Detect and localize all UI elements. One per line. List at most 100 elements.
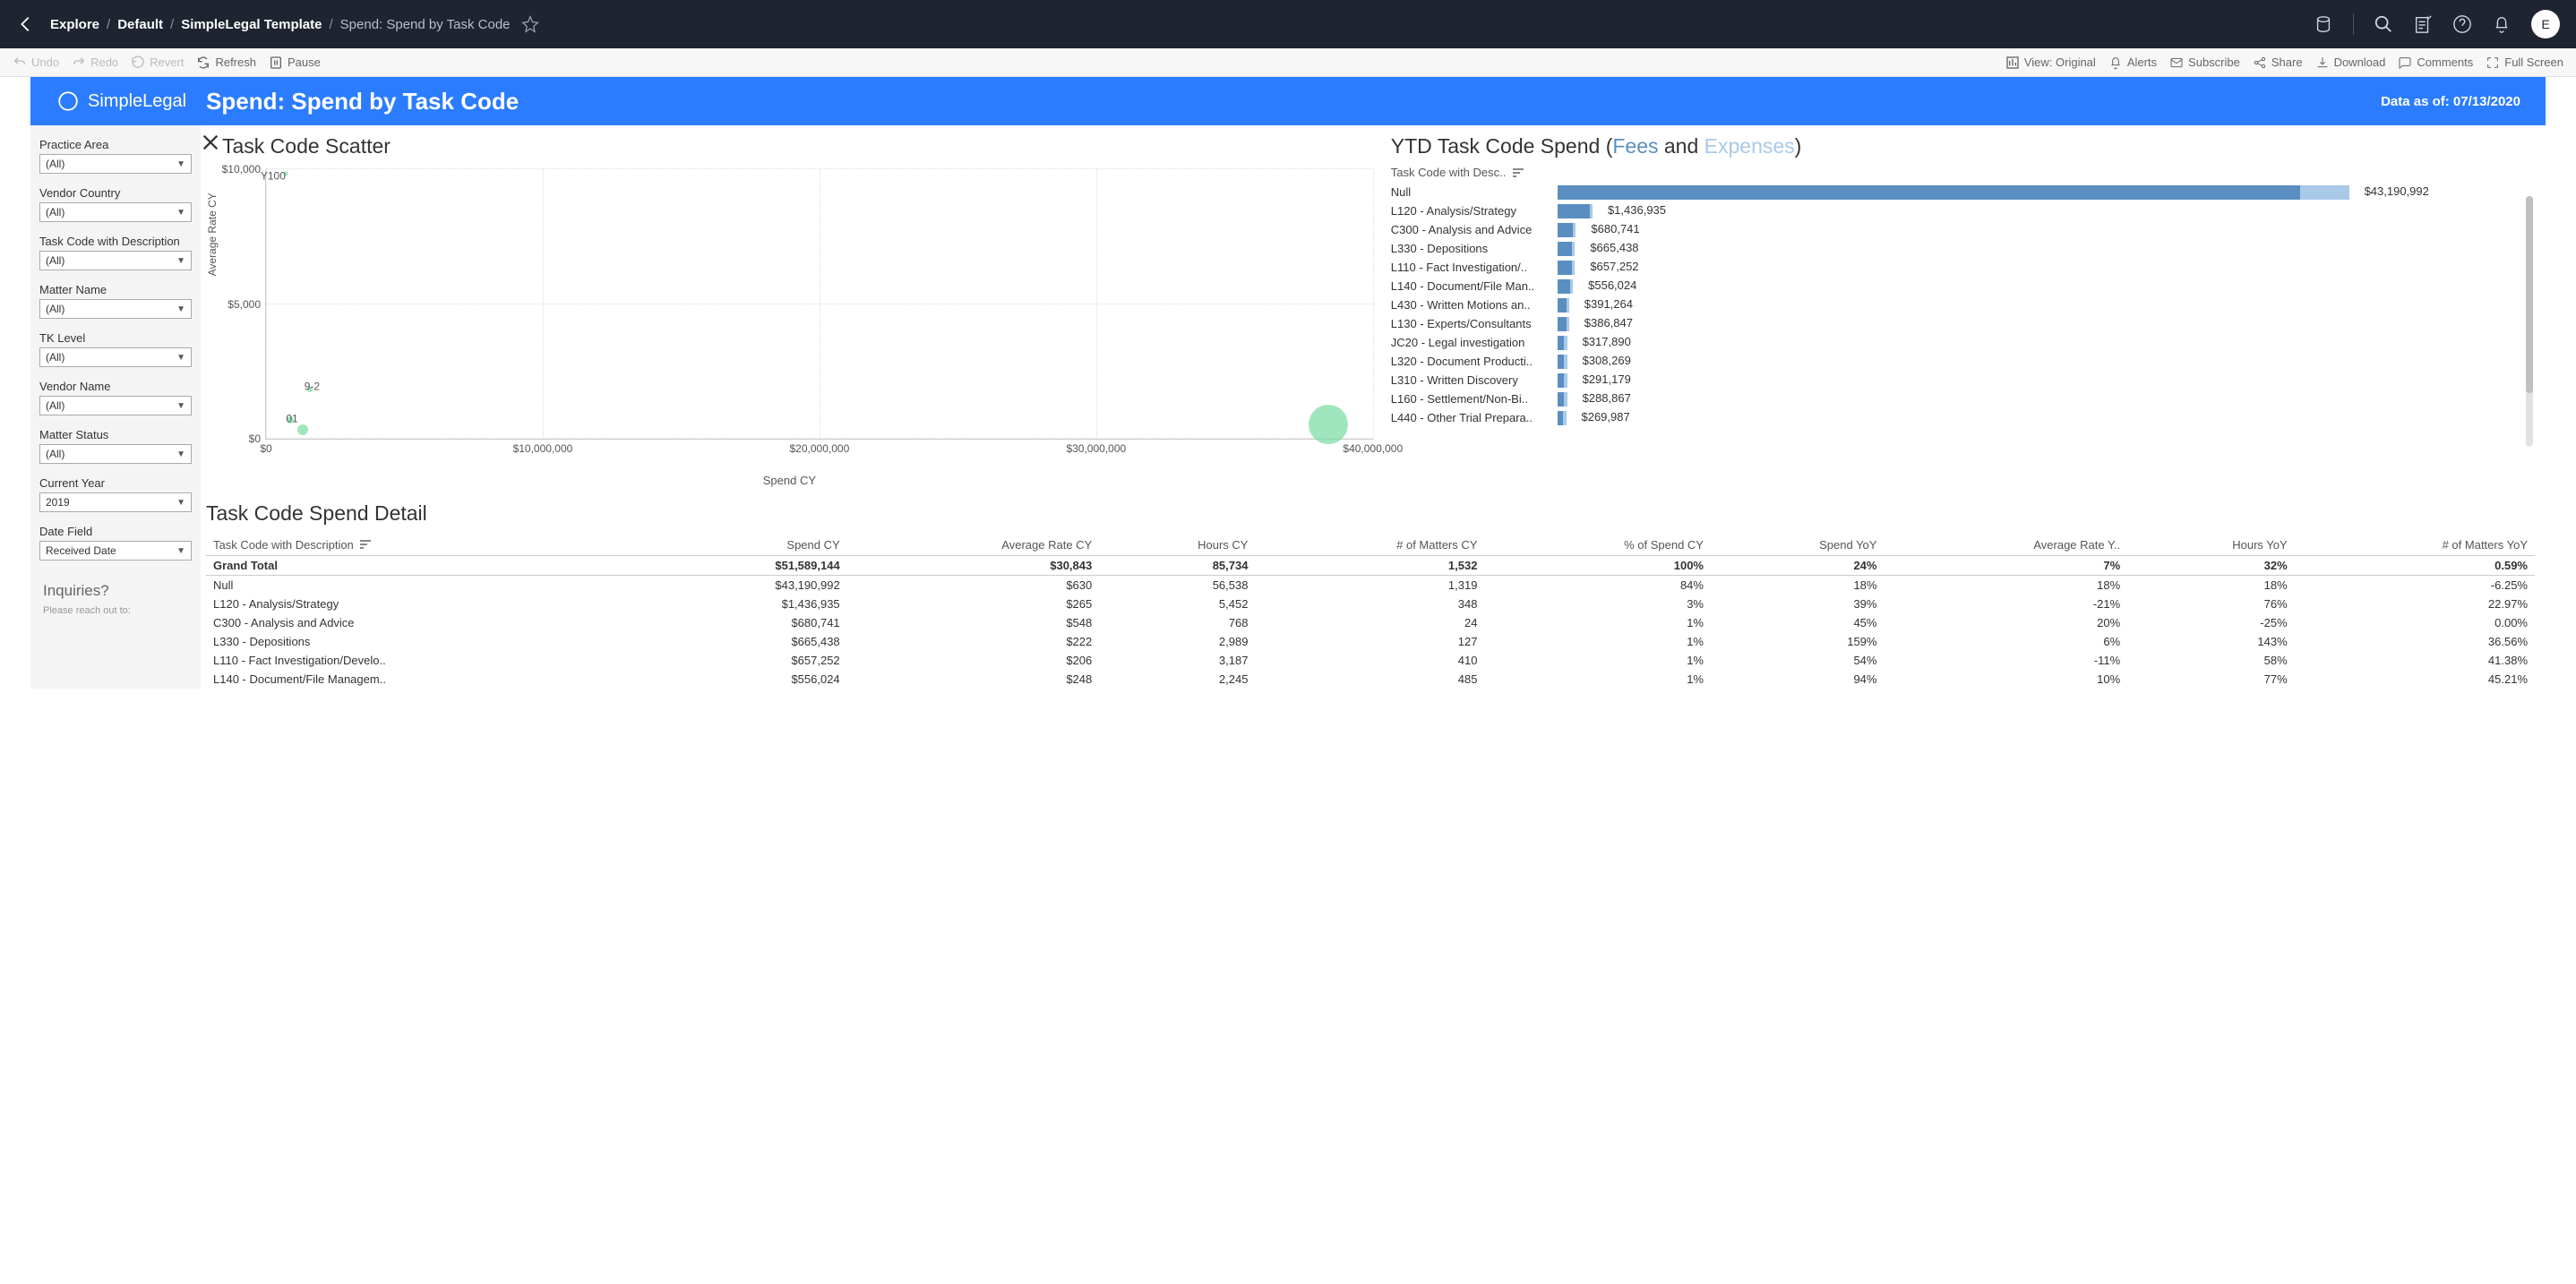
column-header[interactable]: # of Matters CY bbox=[1255, 535, 1484, 556]
download-button[interactable]: Download bbox=[2315, 56, 2386, 70]
column-header[interactable]: Hours YoY bbox=[2127, 535, 2294, 556]
bar-row[interactable]: L120 - Analysis/Strategy $1,436,935 bbox=[1391, 201, 2535, 220]
column-header[interactable]: # of Matters YoY bbox=[2295, 535, 2535, 556]
bar-row[interactable]: L140 - Document/File Man.. $556,024 bbox=[1391, 277, 2535, 295]
ytd-header[interactable]: Task Code with Desc.. bbox=[1391, 166, 2535, 179]
filter-select-1[interactable]: (All) ▼ bbox=[39, 202, 192, 222]
filter-select-2[interactable]: (All) ▼ bbox=[39, 251, 192, 270]
bar-label: L430 - Written Motions an.. bbox=[1391, 298, 1558, 312]
table-row[interactable]: L330 - Depositions$665,438$2222,9891271%… bbox=[206, 632, 2535, 651]
bell-icon[interactable] bbox=[2492, 14, 2512, 34]
bar-row[interactable]: C300 - Analysis and Advice $680,741 bbox=[1391, 220, 2535, 239]
bar-row[interactable]: L430 - Written Motions an.. $391,264 bbox=[1391, 295, 2535, 314]
filter-select-3[interactable]: (All) ▼ bbox=[39, 299, 192, 319]
bubble-label: 01 bbox=[286, 413, 297, 425]
revert-button[interactable]: Revert bbox=[131, 56, 184, 70]
column-header[interactable]: Spend YoY bbox=[1711, 535, 1884, 556]
back-arrow-icon[interactable] bbox=[16, 14, 36, 34]
breadcrumb-current: Spend: Spend by Task Code bbox=[340, 17, 511, 32]
filter-label: Vendor Country bbox=[39, 186, 192, 200]
filter-value: (All) bbox=[46, 254, 64, 267]
column-header[interactable]: Spend CY bbox=[657, 535, 847, 556]
bar-row[interactable]: L110 - Fact Investigation/.. $657,252 bbox=[1391, 258, 2535, 277]
inquiries-heading: Inquiries? bbox=[39, 582, 192, 600]
bar-track: $680,741 bbox=[1558, 223, 2535, 237]
breadcrumb-template[interactable]: SimpleLegal Template bbox=[181, 17, 322, 32]
bar-row[interactable]: L130 - Experts/Consultants $386,847 bbox=[1391, 314, 2535, 333]
bar-row[interactable]: L160 - Settlement/Non-Bi.. $288,867 bbox=[1391, 389, 2535, 408]
bar-track: $269,987 bbox=[1558, 411, 2535, 425]
subscribe-button[interactable]: Subscribe bbox=[2169, 56, 2240, 70]
bar-row[interactable]: Null $43,190,992 bbox=[1391, 183, 2535, 201]
sort-desc-icon bbox=[1513, 168, 1524, 177]
undo-label: Undo bbox=[31, 56, 59, 69]
checklist-icon[interactable] bbox=[2413, 14, 2433, 34]
filter-label: Date Field bbox=[39, 525, 192, 538]
subscribe-label: Subscribe bbox=[2188, 56, 2240, 69]
comments-button[interactable]: Comments bbox=[2398, 56, 2473, 70]
bar-value: $269,987 bbox=[1581, 410, 1629, 424]
share-button[interactable]: Share bbox=[2253, 56, 2303, 70]
close-icon[interactable] bbox=[201, 133, 220, 152]
chevron-down-icon: ▼ bbox=[176, 304, 185, 314]
revert-icon bbox=[131, 56, 145, 70]
table-row[interactable]: C300 - Analysis and Advice$680,741$54876… bbox=[206, 613, 2535, 632]
fullscreen-icon bbox=[2486, 56, 2500, 70]
table-row[interactable]: L120 - Analysis/Strategy$1,436,935$2655,… bbox=[206, 595, 2535, 613]
bar-row[interactable]: JC20 - Legal investigation $317,890 bbox=[1391, 333, 2535, 352]
chevron-down-icon: ▼ bbox=[176, 159, 185, 169]
chevron-down-icon: ▼ bbox=[176, 353, 185, 363]
breadcrumb-explore[interactable]: Explore bbox=[50, 17, 99, 32]
filter-select-6[interactable]: (All) ▼ bbox=[39, 444, 192, 464]
column-header[interactable]: Hours CY bbox=[1099, 535, 1255, 556]
column-header[interactable]: Average Rate Y.. bbox=[1884, 535, 2127, 556]
bar-label: L440 - Other Trial Prepara.. bbox=[1391, 411, 1558, 424]
scatter-bubble[interactable] bbox=[1309, 405, 1348, 444]
comments-icon bbox=[2398, 56, 2412, 70]
pause-button[interactable]: Pause bbox=[269, 56, 321, 70]
undo-button[interactable]: Undo bbox=[13, 56, 59, 70]
scatter-plot[interactable]: $0$10,000,000$20,000,000$30,000,000$40,0… bbox=[265, 169, 1373, 440]
bar-row[interactable]: L440 - Other Trial Prepara.. $269,987 bbox=[1391, 408, 2535, 427]
help-icon[interactable] bbox=[2452, 14, 2472, 34]
view-button[interactable]: View: Original bbox=[2005, 56, 2096, 70]
undo-icon bbox=[13, 56, 27, 70]
ytd-barlist[interactable]: Null $43,190,992 L120 - Analysis/Strateg… bbox=[1391, 183, 2535, 427]
redo-button[interactable]: Redo bbox=[72, 56, 118, 70]
scrollbar[interactable] bbox=[2526, 196, 2533, 447]
pause-icon bbox=[269, 56, 283, 70]
fullscreen-button[interactable]: Full Screen bbox=[2486, 56, 2563, 70]
table-row[interactable]: L140 - Document/File Managem..$556,024$2… bbox=[206, 670, 2535, 689]
grand-total-row[interactable]: Grand Total$51,589,144$30,84385,7341,532… bbox=[206, 556, 2535, 576]
filter-select-8[interactable]: Received Date ▼ bbox=[39, 541, 192, 561]
column-header[interactable]: % of Spend CY bbox=[1484, 535, 1711, 556]
filter-label: Task Code with Description bbox=[39, 235, 192, 248]
filter-select-7[interactable]: 2019 ▼ bbox=[39, 492, 192, 512]
column-header[interactable]: Average Rate CY bbox=[847, 535, 1100, 556]
datasource-icon[interactable] bbox=[2314, 14, 2333, 34]
alerts-button[interactable]: Alerts bbox=[2108, 56, 2157, 70]
bar-row[interactable]: L330 - Depositions $665,438 bbox=[1391, 239, 2535, 258]
bar-row[interactable]: L320 - Document Producti.. $308,269 bbox=[1391, 352, 2535, 371]
view-icon bbox=[2005, 56, 2020, 70]
filter-select-4[interactable]: (All) ▼ bbox=[39, 347, 192, 367]
table-row[interactable]: L110 - Fact Investigation/Develo..$657,2… bbox=[206, 651, 2535, 670]
bar-row[interactable]: L310 - Written Discovery $291,179 bbox=[1391, 371, 2535, 389]
filter-select-0[interactable]: (All) ▼ bbox=[39, 154, 192, 174]
favorite-star-icon[interactable] bbox=[521, 15, 539, 33]
search-icon[interactable] bbox=[2374, 14, 2393, 34]
detail-table[interactable]: Task Code with Description Spend CYAvera… bbox=[206, 535, 2535, 689]
column-header[interactable]: Task Code with Description bbox=[206, 535, 657, 556]
dashboard-banner: SimpleLegal Spend: Spend by Task Code Da… bbox=[30, 77, 2546, 125]
filter-select-5[interactable]: (All) ▼ bbox=[39, 396, 192, 415]
redo-label: Redo bbox=[90, 56, 118, 69]
y-tick: $10,000 bbox=[222, 163, 266, 175]
refresh-button[interactable]: Refresh bbox=[196, 56, 256, 70]
bar-track: $288,867 bbox=[1558, 392, 2535, 407]
breadcrumb-default[interactable]: Default bbox=[117, 17, 163, 32]
scatter-bubble[interactable] bbox=[297, 424, 308, 435]
bar-value: $386,847 bbox=[1584, 316, 1633, 330]
user-avatar[interactable]: E bbox=[2531, 10, 2560, 39]
table-row[interactable]: Null$43,190,992$63056,5381,31984%18%18%1… bbox=[206, 576, 2535, 595]
filter-label: Practice Area bbox=[39, 138, 192, 151]
